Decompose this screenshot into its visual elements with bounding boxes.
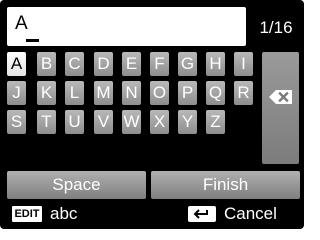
key-m[interactable]: M <box>94 81 113 105</box>
key-e[interactable]: E <box>122 52 141 76</box>
back-button-badge <box>188 206 216 222</box>
key-d[interactable]: D <box>94 52 113 76</box>
key-o[interactable]: O <box>150 81 169 105</box>
key-s[interactable]: S <box>7 110 26 134</box>
keyboard-screen: A 1/16 A B C D E F G H I J K L M N O P Q… <box>0 0 304 229</box>
key-z[interactable]: Z <box>206 110 225 134</box>
key-r[interactable]: R <box>234 81 253 105</box>
key-t[interactable]: T <box>37 110 56 134</box>
key-v[interactable]: V <box>94 110 113 134</box>
cancel-label[interactable]: Cancel <box>224 204 277 224</box>
key-f[interactable]: F <box>150 52 169 76</box>
key-h[interactable]: H <box>206 52 225 76</box>
character-counter: 1/16 <box>259 18 293 37</box>
key-j[interactable]: J <box>7 81 26 105</box>
text-cursor <box>26 39 39 42</box>
input-mode-label[interactable]: abc <box>50 204 77 224</box>
screen: A 1/16 A B C D E F G H I J K L M N O P Q… <box>0 0 307 229</box>
input-text: A <box>15 13 28 34</box>
key-a[interactable]: A <box>7 52 26 76</box>
key-n[interactable]: N <box>122 81 141 105</box>
key-p[interactable]: P <box>178 81 197 105</box>
text-input[interactable]: A <box>7 7 246 46</box>
finish-button[interactable]: Finish <box>151 171 300 199</box>
key-q[interactable]: Q <box>206 81 225 105</box>
key-l[interactable]: L <box>65 81 84 105</box>
key-i[interactable]: I <box>234 52 253 76</box>
edit-button-badge: EDIT <box>12 206 42 222</box>
footer-bar: EDIT abc Cancel <box>0 202 304 229</box>
key-k[interactable]: K <box>37 81 56 105</box>
key-x[interactable]: X <box>150 110 169 134</box>
backspace-icon <box>269 90 292 104</box>
backspace-button[interactable] <box>262 52 299 164</box>
key-u[interactable]: U <box>65 110 84 134</box>
key-w[interactable]: W <box>122 110 141 134</box>
key-y[interactable]: Y <box>178 110 197 134</box>
key-b[interactable]: B <box>37 52 56 76</box>
key-g[interactable]: G <box>178 52 197 76</box>
space-button[interactable]: Space <box>7 171 146 199</box>
key-c[interactable]: C <box>65 52 84 76</box>
return-arrow-icon <box>193 209 208 219</box>
